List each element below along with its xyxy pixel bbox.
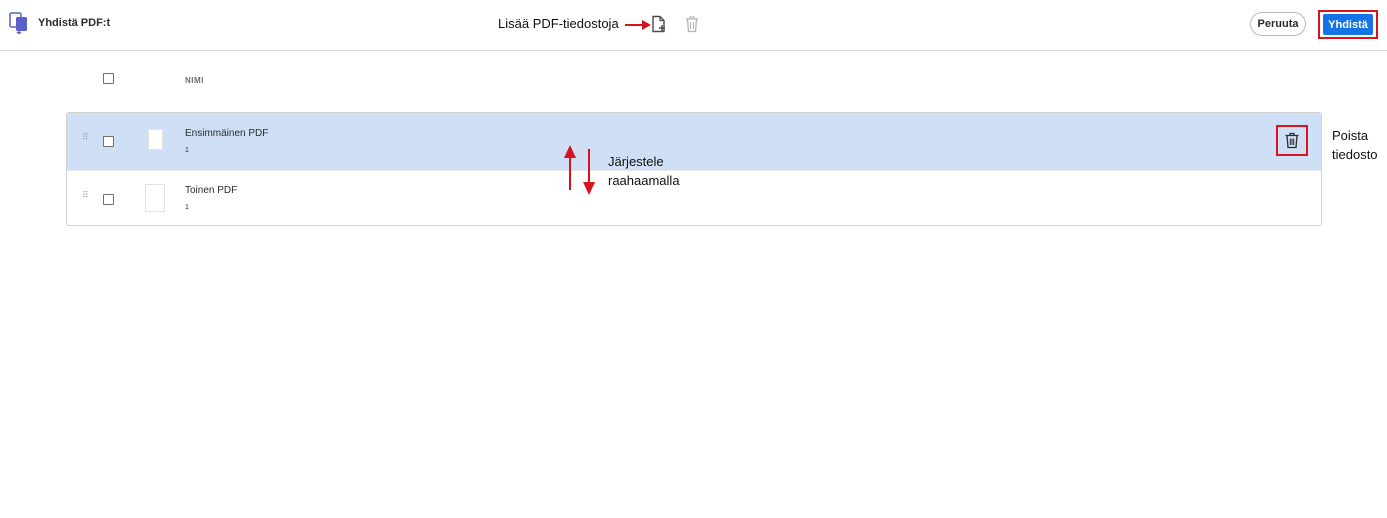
top-bar: Yhdistä PDF:t Lisää PDF-tiedostoja Peruu…: [0, 0, 1387, 51]
file-page-count: 1: [185, 147, 189, 154]
column-header-name: NIMI: [185, 76, 204, 85]
file-row[interactable]: ⠿ Toinen PDF 1: [67, 170, 1321, 225]
arrow-right-icon: [625, 20, 651, 30]
delete-icon[interactable]: [1284, 132, 1300, 149]
sort-annotation-line1: Järjestele: [608, 154, 664, 169]
file-row[interactable]: ⠿ Ensimmäinen PDF 1: [67, 113, 1321, 170]
cancel-button[interactable]: Peruuta: [1250, 12, 1306, 36]
file-thumbnail: [148, 129, 163, 150]
file-thumbnail: [145, 184, 165, 212]
delete-file-annotation: Poista tiedosto: [1332, 126, 1378, 164]
combine-pdf-icon: [9, 12, 27, 34]
drag-sort-annotation: Järjestele raahaamalla: [608, 152, 680, 190]
drag-handle-icon[interactable]: ⠿: [82, 191, 89, 200]
reorder-arrows-icon: [564, 145, 595, 195]
drag-handle-icon[interactable]: ⠿: [82, 133, 89, 142]
trash-icon[interactable]: [684, 15, 700, 33]
file-name: Ensimmäinen PDF: [185, 128, 269, 139]
add-files-annotation: Lisää PDF-tiedostoja: [498, 16, 619, 31]
file-page-count: 1: [185, 204, 189, 211]
file-name: Toinen PDF: [185, 185, 238, 196]
sort-annotation-line2: raahaamalla: [608, 173, 680, 188]
app-title: Yhdistä PDF:t: [38, 17, 111, 29]
delete-annotation-line2: tiedosto: [1332, 147, 1378, 162]
row-checkbox[interactable]: [103, 194, 114, 205]
add-file-icon[interactable]: [651, 15, 667, 33]
file-list: ⠿ Ensimmäinen PDF 1 ⠿ Toinen PDF 1: [66, 112, 1322, 226]
select-all-checkbox[interactable]: [103, 73, 114, 84]
delete-annotation-line1: Poista: [1332, 128, 1369, 143]
combine-button[interactable]: Yhdistä: [1323, 14, 1373, 35]
row-checkbox[interactable]: [103, 136, 114, 147]
